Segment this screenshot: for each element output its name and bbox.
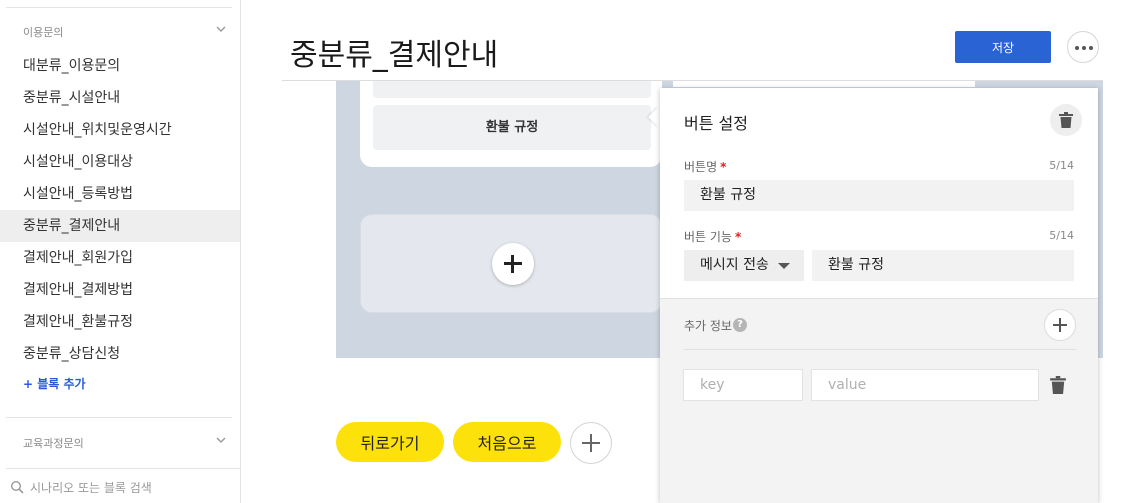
quick-reply-button[interactable]: 뒤로가기 (336, 422, 444, 462)
button-function-select[interactable]: 메시지 전송 (684, 250, 804, 281)
sidebar-group-header[interactable]: 교육과정문의 (0, 427, 240, 457)
page-title: 중분류_결제안내 (290, 38, 499, 73)
char-count: 5/14 (1049, 229, 1074, 242)
chevron-down-icon[interactable] (215, 23, 227, 35)
button-function-label: 버튼 기능 * (684, 230, 742, 244)
trash-icon (1059, 112, 1073, 128)
sidebar-divider (6, 7, 232, 8)
sidebar: 이용문의 대분류_이용문의 중분류_시설안내 시설안내_위치및운영시간 시설안내… (0, 0, 241, 503)
extra-info-section: 추가 정보 ? (660, 298, 1098, 503)
chevron-down-icon[interactable] (215, 434, 227, 446)
select-value: 메시지 전송 (700, 257, 769, 273)
more-button[interactable] (1067, 31, 1099, 63)
search-input[interactable] (30, 478, 230, 498)
caret-down-icon (778, 263, 790, 269)
sidebar-item[interactable]: 결제안내_회원가입 (0, 242, 240, 274)
search-icon (10, 480, 24, 494)
panel-title: 버튼 설정 (684, 114, 748, 133)
sidebar-item[interactable]: 결제안내_환불규정 (0, 306, 240, 338)
sidebar-divider (6, 417, 232, 418)
sidebar-item[interactable]: 시설안내_위치및운영시간 (0, 114, 240, 146)
help-icon[interactable]: ? (733, 318, 747, 332)
response-card: 환불 규정 (360, 81, 662, 167)
button-function-input[interactable]: 환불 규정 (812, 250, 1074, 281)
sidebar-item[interactable]: 결제안내_결제방법 (0, 274, 240, 306)
extra-info-title: 추가 정보 (684, 319, 732, 333)
sidebar-item[interactable]: 시설안내_등록방법 (0, 178, 240, 210)
add-block-link[interactable]: + 블록 추가 (23, 375, 86, 392)
save-button[interactable]: 저장 (955, 31, 1051, 63)
sidebar-divider (6, 468, 240, 469)
sidebar-item[interactable]: 중분류_상담신청 (0, 338, 240, 370)
plus-icon (511, 255, 514, 273)
button-name-label: 버튼명 * (684, 160, 727, 174)
trash-icon[interactable] (1050, 376, 1066, 394)
app-root: 이용문의 대분류_이용문의 중분류_시설안내 시설안내_위치및운영시간 시설안내… (0, 0, 1138, 503)
delete-button[interactable] (1050, 104, 1082, 136)
char-count: 5/14 (1049, 159, 1074, 172)
key-input[interactable] (683, 369, 803, 401)
card-button[interactable] (373, 81, 651, 98)
button-name-input[interactable]: 환불 규정 (684, 180, 1074, 211)
sidebar-search (10, 478, 235, 498)
value-input[interactable] (811, 369, 1039, 401)
sidebar-item-active[interactable]: 중분류_결제안내 (0, 210, 240, 242)
card-button-selected[interactable]: 환불 규정 (373, 105, 651, 150)
sidebar-item[interactable]: 대분류_이용문의 (0, 50, 240, 82)
button-settings-panel: 버튼 설정 버튼명 * 5/14 환불 규정 버튼 기능 * 5/14 메시지 전송… (660, 88, 1098, 503)
add-card-area[interactable] (360, 214, 662, 313)
add-quick-reply-button[interactable] (570, 422, 612, 464)
required-mark: * (720, 160, 727, 174)
response-card (673, 81, 975, 87)
extra-info-divider (684, 349, 1076, 350)
sidebar-item[interactable]: 중분류_시설안내 (0, 82, 240, 114)
plus-icon (590, 434, 592, 452)
more-icon (1089, 46, 1093, 50)
sidebar-group-title: 이용문의 (23, 26, 64, 39)
required-mark: * (734, 230, 742, 244)
sidebar-group-header[interactable]: 이용문의 (0, 16, 240, 46)
sidebar-item[interactable]: 시설안내_이용대상 (0, 146, 240, 178)
more-icon (1075, 46, 1079, 50)
add-card-button[interactable] (492, 243, 534, 285)
quick-reply-button[interactable]: 처음으로 (453, 422, 561, 462)
more-icon (1082, 46, 1086, 50)
sidebar-group-title: 교육과정문의 (23, 437, 84, 450)
add-extra-info-button[interactable] (1044, 309, 1076, 341)
plus-icon (1059, 318, 1061, 332)
